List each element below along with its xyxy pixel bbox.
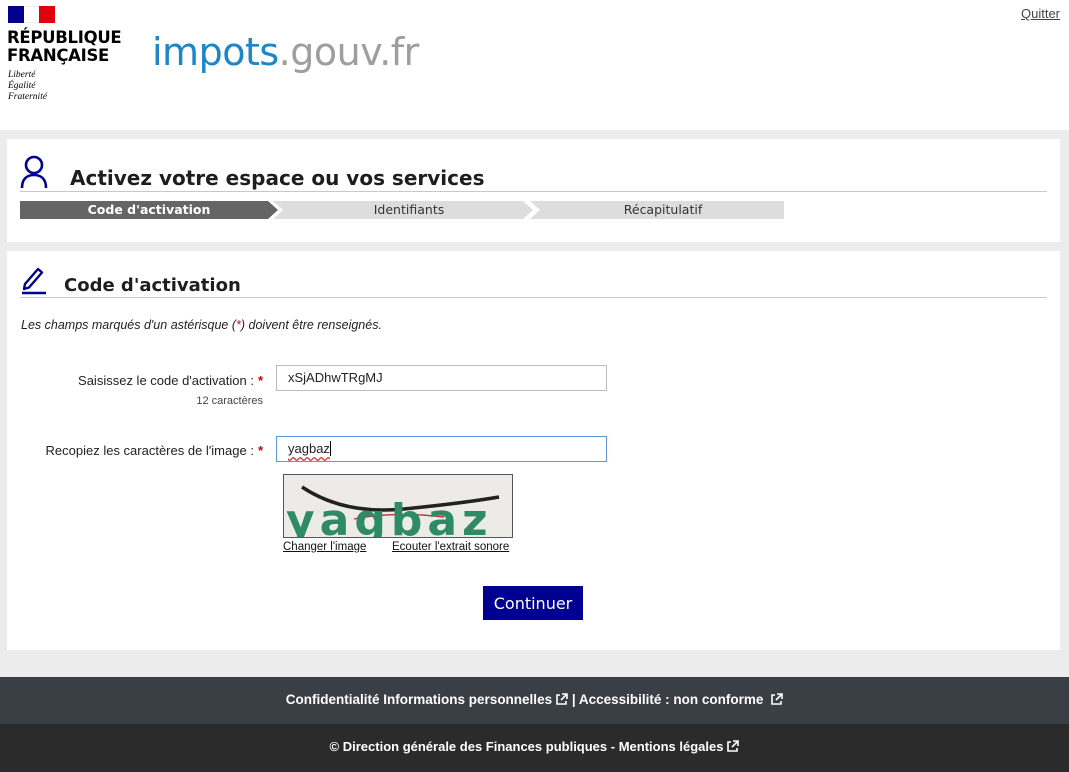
captcha-input-value: yagbaz (288, 441, 330, 456)
motto-egalite: Égalité (8, 81, 36, 91)
activation-code-form-panel: Code d'activation Les champs marqués d'u… (7, 251, 1060, 650)
captcha-image-text: yagbaz (286, 495, 493, 538)
footer-links-bar: Confidentialité Informations personnelle… (0, 677, 1069, 724)
wizard-title-row: Activez votre espace ou vos services (20, 153, 1047, 192)
privacy-link[interactable]: Confidentialité Informations personnelle… (286, 692, 568, 707)
captcha-input[interactable]: yagbaz (276, 436, 607, 462)
continue-button[interactable]: Continuer (483, 586, 583, 620)
logo-part-2: .gouv.fr (278, 30, 420, 74)
republique-francaise-title: RÉPUBLIQUE FRANÇAISE (7, 28, 122, 65)
step-identifiants: Identifiants (273, 201, 533, 219)
captcha-required-star: * (257, 443, 263, 458)
site-header: RÉPUBLIQUE FRANÇAISE Liberté Égalité Fra… (0, 0, 1069, 130)
copyright-text: © Direction générale des Finances publiq… (329, 739, 724, 754)
logo-part-1: impots (152, 30, 279, 74)
footer-separator: | (571, 692, 576, 707)
captcha-image-graphic: yagbaz (284, 475, 512, 538)
external-link-icon (556, 693, 568, 705)
step-recapitulatif: Récapitulatif (530, 201, 784, 219)
motto-liberte: Liberté (8, 70, 36, 80)
wizard-steps: Code d'activation Identifiants Récapitul… (20, 201, 784, 219)
activation-code-label: Saisissez le code d'activation : * (78, 373, 263, 388)
external-link-icon (771, 693, 784, 705)
pencil-icon (22, 267, 46, 295)
activation-code-required-star: * (257, 373, 263, 388)
form-title: Code d'activation (64, 275, 241, 296)
required-fields-note: Les champs marqués d'un astérisque (*) d… (21, 318, 382, 332)
required-note-before: Les champs marqués d'un astérisque ( (21, 318, 236, 332)
accessibility-link[interactable]: Accessibilité : non conforme (578, 692, 784, 707)
step-code-activation: Code d'activation (20, 201, 278, 219)
captcha-label: Recopiez les caractères de l'image : * (46, 443, 263, 458)
activation-code-label-text: Saisissez le code d'activation : (78, 373, 254, 388)
motto-fraternite: Fraternité (8, 92, 48, 102)
quit-link[interactable]: Quitter (1021, 6, 1060, 21)
captcha-label-text: Recopiez les caractères de l'image : (45, 443, 254, 458)
footer-copyright-bar: © Direction générale des Finances publiq… (0, 724, 1069, 772)
external-link-icon (727, 740, 740, 752)
form-title-row: Code d'activation (20, 265, 1047, 298)
activation-wizard-panel: Activez votre espace ou vos services Cod… (7, 139, 1060, 242)
required-note-after: ) doivent être renseignés. (240, 318, 382, 332)
privacy-link-text: Confidentialité Informations personnelle… (285, 692, 553, 707)
republic-line-2: FRANÇAISE (7, 46, 110, 65)
republic-motto: Liberté Égalité Fraternité (8, 70, 47, 103)
change-captcha-image-link[interactable]: Changer l'image (283, 541, 366, 553)
activation-code-input[interactable]: xSjADhwTRgMJ (276, 365, 607, 391)
impots-gouv-logo[interactable]: impots.gouv.fr (152, 29, 419, 75)
listen-audio-captcha-link[interactable]: Ecouter l'extrait sonore (392, 541, 509, 553)
captcha-image: yagbaz (283, 474, 513, 538)
french-flag-logo (8, 6, 56, 23)
accessibility-link-text: Accessibilité : non conforme (578, 692, 764, 707)
user-icon (20, 155, 48, 189)
activation-code-hint: 12 caractères (196, 395, 263, 407)
wizard-title: Activez votre espace ou vos services (70, 166, 485, 190)
legal-notice-link[interactable]: © Direction générale des Finances publiq… (330, 739, 740, 754)
republic-line-1: RÉPUBLIQUE (7, 28, 122, 47)
